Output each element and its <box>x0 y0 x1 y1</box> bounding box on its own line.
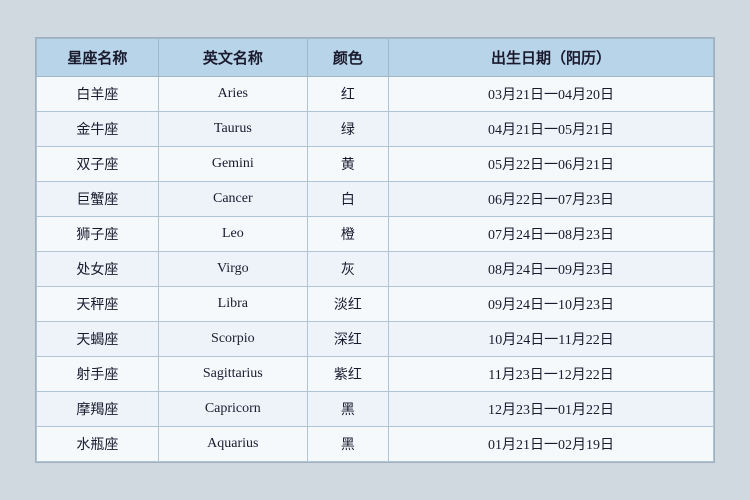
cell-color: 红 <box>307 77 388 112</box>
table-row: 天秤座Libra淡红09月24日一10月23日 <box>37 287 714 322</box>
cell-color: 橙 <box>307 217 388 252</box>
cell-chinese: 处女座 <box>37 252 159 287</box>
table-header-row: 星座名称 英文名称 颜色 出生日期（阳历） <box>37 39 714 77</box>
cell-chinese: 金牛座 <box>37 112 159 147</box>
zodiac-table-container: 星座名称 英文名称 颜色 出生日期（阳历） 白羊座Aries红03月21日一04… <box>35 37 715 463</box>
cell-color: 紫红 <box>307 357 388 392</box>
table-row: 天蝎座Scorpio深红10月24日一11月22日 <box>37 322 714 357</box>
table-row: 狮子座Leo橙07月24日一08月23日 <box>37 217 714 252</box>
cell-date: 01月21日一02月19日 <box>389 427 714 462</box>
cell-color: 深红 <box>307 322 388 357</box>
header-date: 出生日期（阳历） <box>389 39 714 77</box>
cell-color: 黑 <box>307 427 388 462</box>
cell-english: Sagittarius <box>158 357 307 392</box>
table-row: 双子座Gemini黄05月22日一06月21日 <box>37 147 714 182</box>
cell-chinese: 水瓶座 <box>37 427 159 462</box>
cell-english: Taurus <box>158 112 307 147</box>
cell-color: 淡红 <box>307 287 388 322</box>
cell-color: 白 <box>307 182 388 217</box>
cell-date: 09月24日一10月23日 <box>389 287 714 322</box>
cell-english: Aquarius <box>158 427 307 462</box>
zodiac-table: 星座名称 英文名称 颜色 出生日期（阳历） 白羊座Aries红03月21日一04… <box>36 38 714 462</box>
cell-english: Scorpio <box>158 322 307 357</box>
cell-chinese: 狮子座 <box>37 217 159 252</box>
cell-date: 04月21日一05月21日 <box>389 112 714 147</box>
cell-color: 黑 <box>307 392 388 427</box>
table-row: 摩羯座Capricorn黑12月23日一01月22日 <box>37 392 714 427</box>
cell-date: 06月22日一07月23日 <box>389 182 714 217</box>
table-row: 水瓶座Aquarius黑01月21日一02月19日 <box>37 427 714 462</box>
cell-chinese: 摩羯座 <box>37 392 159 427</box>
cell-color: 绿 <box>307 112 388 147</box>
cell-english: Libra <box>158 287 307 322</box>
table-row: 金牛座Taurus绿04月21日一05月21日 <box>37 112 714 147</box>
header-english: 英文名称 <box>158 39 307 77</box>
cell-chinese: 射手座 <box>37 357 159 392</box>
cell-date: 10月24日一11月22日 <box>389 322 714 357</box>
cell-chinese: 巨蟹座 <box>37 182 159 217</box>
cell-english: Capricorn <box>158 392 307 427</box>
cell-date: 05月22日一06月21日 <box>389 147 714 182</box>
cell-chinese: 天秤座 <box>37 287 159 322</box>
table-row: 白羊座Aries红03月21日一04月20日 <box>37 77 714 112</box>
table-row: 处女座Virgo灰08月24日一09月23日 <box>37 252 714 287</box>
cell-chinese: 双子座 <box>37 147 159 182</box>
table-row: 巨蟹座Cancer白06月22日一07月23日 <box>37 182 714 217</box>
cell-date: 08月24日一09月23日 <box>389 252 714 287</box>
cell-chinese: 天蝎座 <box>37 322 159 357</box>
cell-date: 11月23日一12月22日 <box>389 357 714 392</box>
cell-date: 03月21日一04月20日 <box>389 77 714 112</box>
cell-english: Aries <box>158 77 307 112</box>
header-color: 颜色 <box>307 39 388 77</box>
table-body: 白羊座Aries红03月21日一04月20日金牛座Taurus绿04月21日一0… <box>37 77 714 462</box>
cell-date: 12月23日一01月22日 <box>389 392 714 427</box>
cell-english: Virgo <box>158 252 307 287</box>
cell-english: Leo <box>158 217 307 252</box>
cell-color: 灰 <box>307 252 388 287</box>
cell-date: 07月24日一08月23日 <box>389 217 714 252</box>
cell-color: 黄 <box>307 147 388 182</box>
cell-english: Cancer <box>158 182 307 217</box>
table-row: 射手座Sagittarius紫红11月23日一12月22日 <box>37 357 714 392</box>
cell-english: Gemini <box>158 147 307 182</box>
header-chinese: 星座名称 <box>37 39 159 77</box>
cell-chinese: 白羊座 <box>37 77 159 112</box>
